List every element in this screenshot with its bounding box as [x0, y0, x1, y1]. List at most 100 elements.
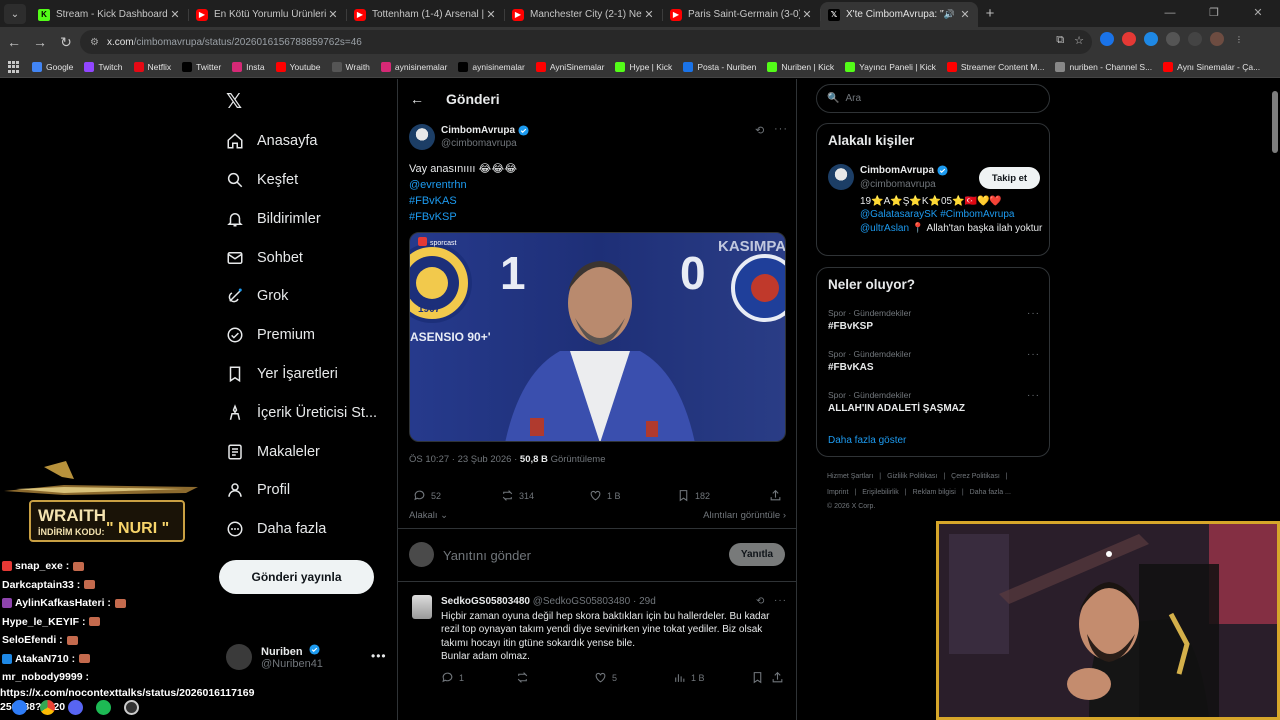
close-icon[interactable]: ✕ [958, 8, 972, 21]
windows-start-icon[interactable] [12, 699, 27, 715]
bookmark-item[interactable]: aynisinemalar [458, 62, 525, 72]
reply-input[interactable]: Yanıtını gönder [443, 548, 531, 563]
nav-item-home[interactable]: Anasayfa [226, 129, 317, 153]
view-quotes-link[interactable]: Alıntıları görüntüle › [703, 510, 786, 521]
site-info-icon[interactable]: ⚙ [90, 37, 99, 48]
tab-kick-dashboard[interactable]: K Stream - Kick Dashboard ✕ [30, 2, 188, 27]
chrome-icon[interactable] [40, 699, 55, 715]
star-icon[interactable]: ☆ [1074, 34, 1084, 47]
tab-youtube-4[interactable]: ▶ Paris Saint-Germain (3-0) Metz ✕ [662, 2, 820, 27]
close-icon[interactable]: ✕ [800, 8, 814, 21]
bookmark-button[interactable]: 182 [677, 489, 710, 502]
more-dots-icon[interactable]: ··· [774, 123, 788, 135]
tab-x-post[interactable]: 𝕏 X'te CimbomAvrupa: "Vay a 🔊 ✕ [820, 2, 978, 27]
bookmark-item[interactable]: Twitter [182, 62, 221, 72]
more-dots-icon[interactable]: ··· [1027, 390, 1040, 401]
author-handle[interactable]: @cimbomavrupa [441, 138, 517, 149]
author-name[interactable]: CimbomAvrupa [441, 125, 529, 136]
trend-item[interactable]: Spor · Gündemdekiler ALLAH'IN ADALETİ ŞA… [828, 390, 1040, 414]
bookmark-item[interactable]: Netflix [133, 62, 171, 72]
puzzle-icon[interactable] [1166, 32, 1180, 46]
bookmark-item[interactable]: Wraith [331, 62, 370, 72]
more-dots-icon[interactable]: ··· [774, 595, 787, 606]
related-person-name[interactable]: CimbomAvrupa [860, 165, 948, 176]
like-button[interactable]: 1 B [589, 489, 621, 502]
footer-link[interactable]: Çerez Politikası [951, 473, 1000, 480]
nav-item-bell[interactable]: Bildirimler [226, 207, 321, 231]
nav-item-grok[interactable]: Grok [226, 284, 288, 308]
reply-button[interactable]: 52 [413, 489, 441, 502]
account-switcher[interactable]: Nuriben @Nuriben41 [226, 644, 323, 670]
bookmark-item[interactable]: Nuriben | Kick [767, 62, 834, 72]
more-dots-icon[interactable]: ••• [371, 649, 387, 663]
bookmark-item[interactable]: Twitch [84, 62, 123, 72]
comment-author-handle[interactable]: @SedkoGS05803480 [533, 596, 630, 607]
footer-link[interactable]: Erişilebilirlik [862, 489, 899, 496]
author-avatar[interactable] [409, 124, 435, 150]
reply-submit-button[interactable]: Yanıtla [729, 543, 785, 566]
bookmark-item[interactable]: Posta - Nuriben [683, 62, 756, 72]
back-arrow-icon[interactable]: ← [2, 30, 26, 54]
bookmark-button[interactable] [751, 671, 769, 684]
share-button[interactable] [771, 671, 789, 684]
apps-grid-icon[interactable] [8, 61, 20, 73]
post-timestamp[interactable]: ÖS 10:27 · 23 Şub 2026 · [409, 454, 517, 465]
comment-author-name[interactable]: SedkoGS05803480 [441, 596, 530, 607]
kebab-menu-icon[interactable]: ⋮ [1232, 32, 1246, 46]
reload-icon[interactable]: ↻ [54, 30, 78, 54]
extension-icon[interactable] [1122, 32, 1136, 46]
speaker-icon[interactable]: 🔊 [944, 9, 955, 20]
bookmark-item[interactable]: Google [32, 62, 73, 72]
reply-button[interactable]: 1 [441, 671, 464, 684]
footer-link[interactable]: Reklam bilgisi [913, 489, 956, 496]
nav-item-creator[interactable]: İçerik Üreticisi St... [226, 401, 377, 425]
extension-icon[interactable] [1100, 32, 1114, 46]
bookmark-item[interactable]: Youtube [275, 62, 321, 72]
bookmark-item[interactable]: Streamer Content M... [946, 62, 1044, 72]
search-box[interactable]: 🔍 [816, 84, 1050, 113]
back-arrow-icon[interactable]: ← [410, 91, 434, 107]
grok-icon[interactable]: ⟲ [756, 596, 764, 607]
trend-item[interactable]: Spor · Gündemdekiler #FBvKSP ··· [828, 308, 1040, 332]
more-dots-icon[interactable]: ··· [1027, 349, 1040, 360]
minimize-icon[interactable]: — [1148, 0, 1192, 27]
scrollbar-thumb[interactable] [1272, 91, 1278, 153]
new-tab-button[interactable]: + [978, 5, 1002, 22]
related-person-handle[interactable]: @cimbomavrupa [860, 179, 936, 190]
grok-icon[interactable]: ⟲ [755, 124, 764, 137]
shield-icon[interactable] [1144, 32, 1158, 46]
footer-link[interactable]: Gizlilik Politikası [887, 473, 937, 480]
repost-button[interactable]: 314 [501, 489, 534, 502]
post-button[interactable]: Gönderi yayınla [219, 560, 374, 594]
mention-link[interactable]: @GalatasaraySK [860, 209, 937, 220]
nav-item-article[interactable]: Makaleler [226, 440, 320, 464]
repost-button[interactable] [516, 671, 534, 684]
bookmark-item[interactable]: Insta [232, 62, 265, 72]
profile-avatar-icon[interactable] [1210, 32, 1224, 46]
nav-item-premium[interactable]: Premium [226, 323, 315, 347]
close-icon[interactable]: ✕ [642, 8, 656, 21]
maximize-icon[interactable]: ❐ [1192, 0, 1236, 27]
like-button[interactable]: 5 [594, 671, 617, 684]
nav-item-search[interactable]: Keşfet [226, 168, 298, 192]
nav-item-bookmark[interactable]: Yer İşaretleri [226, 362, 338, 386]
footer-link[interactable]: Daha fazla ... [970, 489, 1011, 496]
nav-item-more-circle[interactable]: Daha fazla [226, 517, 326, 541]
trend-item[interactable]: Spor · Gündemdekiler #FBvKAS ··· [828, 349, 1040, 373]
follow-button[interactable]: Takip et [979, 167, 1040, 189]
close-window-icon[interactable]: ✕ [1236, 0, 1280, 27]
show-more-link[interactable]: Daha fazla göster [828, 435, 906, 446]
address-bar[interactable]: ⚙ x.com/cimbomavrupa/status/202601615678… [80, 30, 1092, 54]
tab-youtube-2[interactable]: ▶ Tottenham (1-4) Arsenal | 27. H ✕ [346, 2, 504, 27]
tab-youtube-3[interactable]: ▶ Manchester City (2-1) Newcastle ✕ [504, 2, 662, 27]
install-app-icon[interactable]: ⧉ [1056, 34, 1064, 47]
bookmark-item[interactable]: AyniSinemalar [535, 62, 604, 72]
post-video[interactable]: 1 0 KASIMPA 1907 ASENSIO 90+' sporcast [409, 232, 786, 442]
comment-avatar[interactable] [412, 595, 432, 619]
bookmark-item[interactable]: Yayıncı Paneli | Kick [845, 62, 936, 72]
close-icon[interactable]: ✕ [168, 8, 182, 21]
close-icon[interactable]: ✕ [484, 8, 498, 21]
sort-dropdown[interactable]: Alakalı ⌄ [409, 510, 448, 521]
hashtag-link[interactable]: #FBvKAS [409, 193, 517, 209]
footer-link[interactable]: Hizmet Şartları [827, 473, 873, 480]
